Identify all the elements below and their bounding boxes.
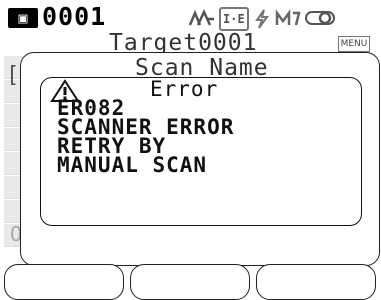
soft-keys xyxy=(4,262,376,300)
mountain-icon xyxy=(188,9,215,29)
menu-button[interactable]: MENU xyxy=(338,36,370,52)
background-bracket: [ xyxy=(6,63,20,88)
soft-key-1[interactable] xyxy=(4,264,124,300)
status-icons: I·E xyxy=(188,7,335,31)
error-line: MANUAL SCAN xyxy=(57,153,208,177)
card-icon: ▣ xyxy=(8,8,38,28)
soft-key-3[interactable] xyxy=(256,264,376,300)
dialog-title: Error xyxy=(150,77,219,101)
toggle-icon xyxy=(304,9,335,29)
soft-key-2[interactable] xyxy=(130,264,250,300)
lightning-icon xyxy=(253,9,271,29)
status-bar: ▣ 0001 I·E xyxy=(6,2,374,31)
device-screen: ▣ 0001 I·E Target0001 MENU [O Scan Name… xyxy=(0,0,381,300)
ie-icon: I·E xyxy=(219,7,249,31)
mask-icon xyxy=(275,9,301,29)
target-id: 0001 xyxy=(42,2,107,31)
error-message: ER082 SCANNER ERROR RETRY BY MANUAL SCAN xyxy=(57,98,234,177)
